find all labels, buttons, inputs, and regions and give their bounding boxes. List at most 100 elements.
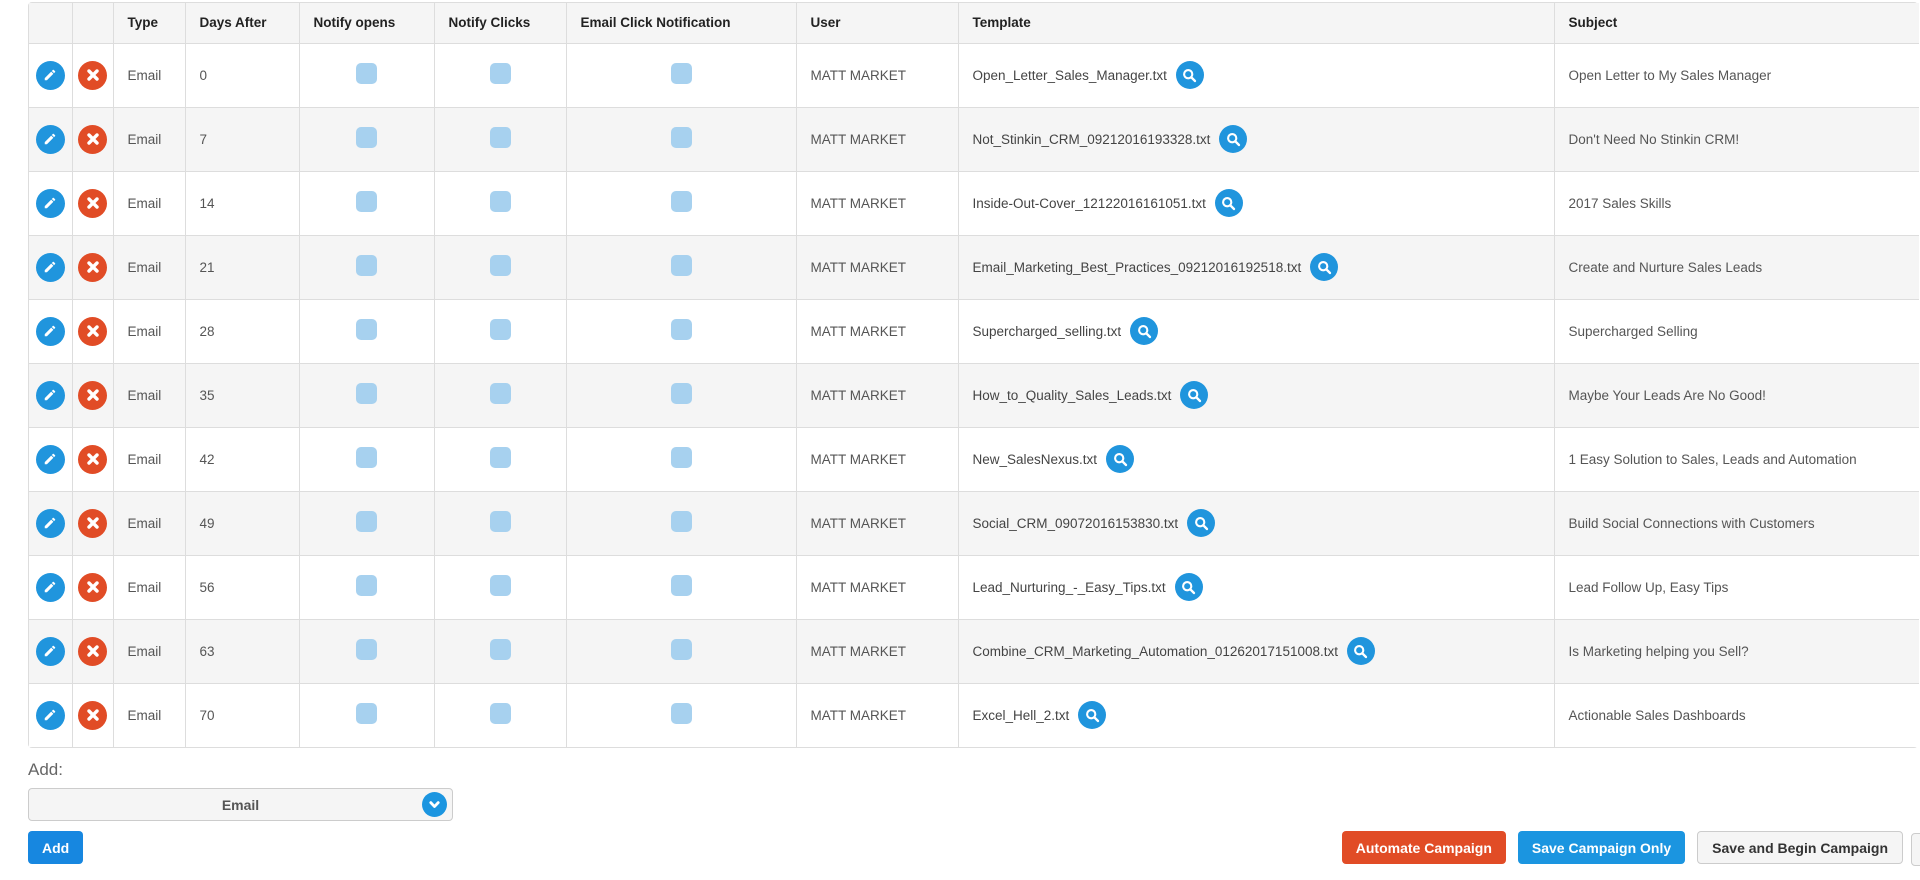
subject-cell: Supercharged Selling	[1553, 298, 1919, 363]
template-preview-button[interactable]	[1187, 509, 1216, 537]
type-cell: Email	[112, 426, 185, 491]
column-header-email-click-notification: Email Click Notification	[565, 3, 796, 43]
notify-opens-checkbox[interactable]	[356, 127, 377, 148]
column-header-user: User	[795, 3, 958, 43]
add-button[interactable]: Add	[28, 831, 84, 864]
notify-opens-checkbox[interactable]	[356, 383, 377, 404]
delete-row-button[interactable]	[78, 700, 107, 730]
template-filename: Not_Stinkin_CRM_09212016193328.txt	[972, 131, 1211, 147]
column-header-edit	[29, 3, 72, 43]
template-preview-button[interactable]	[1310, 253, 1339, 281]
delete-row-button[interactable]	[78, 508, 107, 538]
delete-row-button[interactable]	[78, 252, 107, 282]
template-preview-button[interactable]	[1106, 445, 1135, 473]
edit-row-button[interactable]	[35, 252, 65, 282]
x-icon	[86, 517, 99, 529]
notify-clicks-checkbox[interactable]	[489, 255, 511, 276]
email-click-notification-checkbox[interactable]	[670, 511, 692, 532]
notify-opens-checkbox[interactable]	[356, 319, 377, 340]
notify-clicks-checkbox[interactable]	[489, 319, 511, 340]
notify-opens-checkbox[interactable]	[356, 447, 377, 468]
delete-row-button[interactable]	[78, 380, 107, 410]
table-header-row: Type Days After Notify opens Notify Clic…	[29, 3, 1919, 43]
column-header-notify-clicks: Notify Clicks	[433, 3, 566, 43]
notify-opens-checkbox[interactable]	[356, 703, 377, 725]
magnifier-icon	[1182, 68, 1197, 83]
notify-clicks-checkbox[interactable]	[489, 639, 511, 660]
template-preview-button[interactable]	[1078, 701, 1107, 730]
notify-opens-checkbox[interactable]	[356, 639, 377, 660]
type-cell: Email	[112, 170, 185, 235]
template-preview-button[interactable]	[1219, 125, 1248, 153]
email-click-notification-checkbox[interactable]	[670, 703, 692, 725]
email-click-notification-checkbox[interactable]	[670, 383, 692, 404]
days-after-cell: 49	[184, 490, 299, 555]
notify-clicks-checkbox[interactable]	[489, 575, 511, 596]
table-row: Email 7 MATT MARKET Not_Stinkin_CRM_0921…	[29, 106, 1919, 171]
edit-row-button[interactable]	[35, 124, 65, 154]
days-after-cell: 28	[184, 298, 299, 363]
edit-row-button[interactable]	[35, 316, 65, 346]
user-cell: MATT MARKET	[795, 618, 958, 683]
notify-clicks-checkbox[interactable]	[489, 447, 511, 468]
cutoff-button-sliver[interactable]	[1911, 833, 1920, 866]
edit-row-button[interactable]	[35, 188, 65, 218]
email-click-notification-checkbox[interactable]	[670, 63, 692, 84]
template-preview-button[interactable]	[1180, 381, 1209, 409]
edit-row-button[interactable]	[35, 700, 65, 730]
notify-opens-checkbox[interactable]	[356, 191, 377, 212]
x-icon	[86, 69, 99, 81]
notify-clicks-checkbox[interactable]	[489, 383, 511, 404]
notify-opens-checkbox[interactable]	[356, 255, 377, 276]
add-type-dropdown[interactable]: Email	[28, 788, 453, 821]
type-cell: Email	[112, 362, 185, 427]
notify-clicks-checkbox[interactable]	[489, 63, 511, 84]
user-cell: MATT MARKET	[795, 554, 958, 619]
notify-clicks-checkbox[interactable]	[489, 703, 511, 725]
delete-row-button[interactable]	[78, 60, 107, 90]
email-click-notification-checkbox[interactable]	[670, 319, 692, 340]
email-click-notification-checkbox[interactable]	[670, 255, 692, 276]
add-label: Add:	[28, 760, 63, 779]
notify-clicks-checkbox[interactable]	[489, 511, 511, 532]
email-click-notification-checkbox[interactable]	[670, 191, 692, 212]
edit-row-button[interactable]	[35, 636, 65, 666]
edit-row-button[interactable]	[35, 380, 65, 410]
automate-campaign-button[interactable]: Automate Campaign	[1341, 831, 1506, 864]
delete-row-button[interactable]	[78, 444, 107, 474]
type-cell: Email	[112, 618, 185, 683]
days-after-cell: 70	[184, 682, 299, 747]
email-click-notification-checkbox[interactable]	[670, 447, 692, 468]
notify-clicks-checkbox[interactable]	[489, 127, 511, 148]
template-preview-button[interactable]	[1346, 637, 1375, 665]
notify-opens-checkbox[interactable]	[356, 575, 377, 596]
delete-row-button[interactable]	[78, 572, 107, 602]
template-preview-button[interactable]	[1130, 317, 1159, 345]
template-preview-button[interactable]	[1214, 189, 1243, 217]
email-click-notification-checkbox[interactable]	[670, 639, 692, 660]
save-and-begin-campaign-button[interactable]: Save and Begin Campaign	[1697, 831, 1903, 864]
edit-row-button[interactable]	[35, 444, 65, 474]
edit-row-button[interactable]	[35, 572, 65, 602]
pencil-icon	[43, 68, 57, 82]
delete-row-button[interactable]	[78, 636, 107, 666]
x-icon	[86, 197, 99, 209]
delete-row-button[interactable]	[78, 188, 107, 218]
email-click-notification-checkbox[interactable]	[670, 127, 692, 148]
table-row: Email 0 MATT MARKET Open_Letter_Sales_Ma…	[29, 42, 1919, 107]
notify-opens-checkbox[interactable]	[356, 511, 377, 532]
table-row: Email 28 MATT MARKET Supercharged_sellin…	[29, 298, 1919, 363]
edit-row-button[interactable]	[35, 508, 65, 538]
notify-opens-checkbox[interactable]	[356, 63, 377, 84]
delete-row-button[interactable]	[78, 124, 107, 154]
column-header-template: Template	[957, 3, 1554, 43]
template-preview-button[interactable]	[1174, 573, 1203, 601]
save-campaign-only-button[interactable]: Save Campaign Only	[1517, 831, 1686, 864]
user-cell: MATT MARKET	[795, 170, 958, 235]
edit-row-button[interactable]	[35, 60, 65, 90]
delete-row-button[interactable]	[78, 316, 107, 346]
template-preview-button[interactable]	[1175, 61, 1204, 89]
email-click-notification-checkbox[interactable]	[670, 575, 692, 596]
notify-clicks-checkbox[interactable]	[489, 191, 511, 212]
magnifier-icon	[1317, 260, 1332, 275]
